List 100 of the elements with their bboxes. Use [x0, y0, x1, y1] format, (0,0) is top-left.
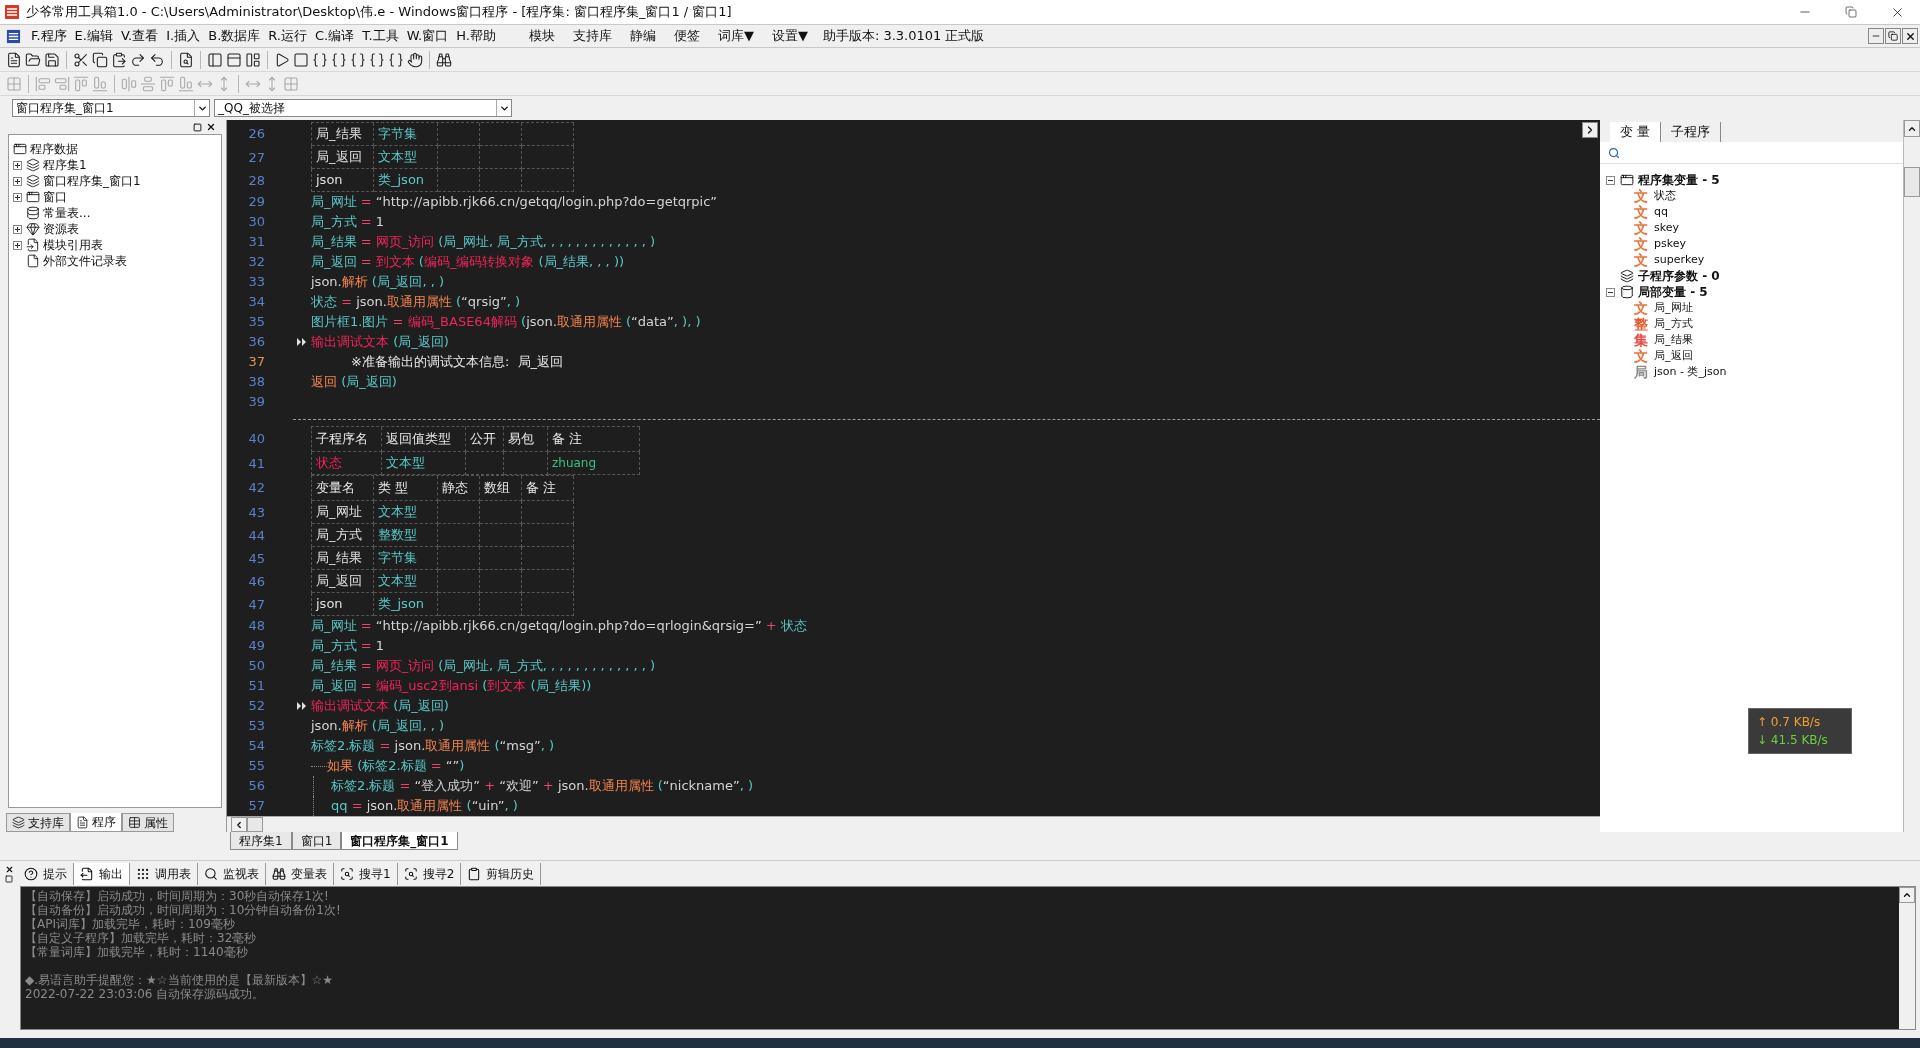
empty-table-cell — [522, 593, 574, 616]
menu-item[interactable]: T.工具 — [358, 26, 403, 46]
menu-item[interactable]: E.编辑 — [70, 26, 117, 46]
braces-icon[interactable] — [331, 51, 347, 68]
expand-panel-button[interactable] — [1582, 122, 1598, 138]
tree-item[interactable]: 程序数据 — [30, 140, 78, 158]
hand-icon[interactable] — [407, 51, 423, 68]
panel-tab[interactable]: 搜寻2 — [397, 862, 462, 885]
panel-tab[interactable]: 剪辑历史 — [461, 862, 542, 885]
tree-item[interactable]: 资源表 — [43, 220, 79, 238]
menu-item[interactable]: 设置▼ — [762, 26, 817, 46]
braces-icon[interactable] — [312, 51, 328, 68]
menu-item[interactable]: 支持库 — [563, 26, 621, 46]
menu-item[interactable]: B.数据库 — [204, 26, 265, 46]
stop-icon[interactable] — [293, 51, 309, 68]
panel-tab[interactable]: 调用表 — [130, 862, 198, 885]
panel-tab[interactable]: 搜寻1 — [334, 862, 398, 885]
collapse-icon[interactable] — [1606, 287, 1615, 297]
scrollbar-thumb[interactable] — [1904, 167, 1920, 197]
tree-item[interactable]: json - 类_json — [1654, 363, 1727, 381]
scroll-left-button[interactable] — [231, 817, 247, 832]
collapse-icon[interactable] — [1606, 175, 1615, 185]
tree-group[interactable]: 局部变量 - 5 — [1638, 283, 1708, 301]
tree-item[interactable]: 局_网址 — [1654, 299, 1693, 317]
play-icon[interactable] — [274, 51, 290, 68]
menu-item[interactable]: R.运行 — [264, 26, 311, 46]
tree-item[interactable]: 状态 — [1654, 187, 1676, 205]
menu-item[interactable]: H.帮助 — [452, 26, 500, 46]
menu-item[interactable]: W.窗口 — [402, 26, 453, 46]
panel-icon[interactable] — [226, 51, 242, 68]
braces-icon[interactable] — [350, 51, 366, 68]
panel-tab[interactable]: 变量表 — [266, 862, 334, 885]
close-icon[interactable] — [206, 122, 216, 132]
panel-tab[interactable]: 支持库 — [6, 813, 70, 832]
tree-item[interactable]: 外部文件记录表 — [43, 252, 127, 270]
undo-icon[interactable] — [149, 51, 165, 68]
panel-tab[interactable]: 变 量 — [1610, 122, 1662, 142]
tree-item[interactable]: 局_结果 — [1654, 331, 1693, 349]
tree-item[interactable]: 模块引用表 — [43, 236, 103, 254]
braces-icon[interactable] — [388, 51, 404, 68]
search-icon[interactable] — [178, 51, 194, 68]
tree-item[interactable]: qq — [1654, 203, 1668, 221]
tree-group[interactable]: 程序集变量 - 5 — [1638, 171, 1720, 189]
empty-table-cell — [522, 524, 574, 547]
dropdown[interactable]: _QQ_被选择 — [214, 99, 512, 117]
column-header: 备 注 — [552, 430, 583, 449]
menu-item[interactable]: 词库▼ — [708, 26, 763, 46]
scroll-up-button[interactable] — [1904, 120, 1920, 137]
clipboard-icon[interactable] — [111, 51, 127, 68]
copy-icon[interactable] — [92, 51, 108, 68]
expand-icon[interactable] — [13, 160, 22, 170]
editor-tab[interactable]: 程序集1 — [230, 832, 292, 850]
code-line: json.解析 (局_返回, , ) — [311, 717, 445, 736]
tree-item[interactable]: superkey — [1654, 251, 1705, 269]
scroll-up-button[interactable] — [1899, 887, 1915, 903]
restore-button[interactable] — [1885, 28, 1901, 44]
panel-tab[interactable]: 属性 — [122, 813, 174, 832]
redo-icon[interactable] — [130, 51, 146, 68]
tree-item[interactable]: 常量表... — [43, 204, 91, 222]
close-button[interactable] — [1902, 28, 1918, 44]
dropdown[interactable]: 窗口程序集_窗口1 — [12, 99, 210, 117]
minimize-button[interactable] — [1868, 28, 1884, 44]
tree-item[interactable]: 窗口程序集_窗口1 — [43, 172, 141, 190]
scrollbar-thumb[interactable] — [247, 817, 263, 832]
save-icon[interactable] — [44, 51, 60, 68]
table-cell-text: 局_返回 — [316, 572, 362, 591]
menu-item[interactable]: C.编译 — [311, 26, 359, 46]
chevron-up-icon — [1902, 890, 1912, 900]
binoculars-icon[interactable] — [436, 51, 452, 68]
tree-item[interactable]: 窗口 — [43, 188, 67, 206]
close-icon[interactable] — [4, 864, 14, 874]
tree-item[interactable]: 程序集1 — [43, 156, 87, 174]
panel-icon[interactable] — [207, 51, 223, 68]
expand-icon[interactable] — [13, 240, 22, 250]
menu-item[interactable]: V.查看 — [116, 26, 163, 46]
menu-item[interactable]: 静编 — [620, 26, 665, 46]
braces-icon[interactable] — [369, 51, 385, 68]
layout-icon[interactable] — [245, 51, 261, 68]
editor-tab[interactable]: 窗口程序集_窗口1 — [341, 832, 458, 850]
expand-icon[interactable] — [13, 224, 22, 234]
tree-item[interactable]: skey — [1654, 219, 1679, 237]
menu-item[interactable]: I.插入 — [162, 26, 205, 46]
maximize-icon[interactable] — [193, 122, 202, 132]
scissors-icon[interactable] — [73, 51, 89, 68]
file-icon[interactable] — [6, 51, 22, 68]
tree-item[interactable]: 局_返回 — [1654, 347, 1693, 365]
tree-group[interactable]: 子程序参数 - 0 — [1638, 267, 1720, 285]
maximize-icon[interactable] — [5, 874, 13, 883]
folder-icon[interactable] — [25, 51, 41, 68]
menu-item[interactable]: 模块 — [519, 26, 564, 46]
expand-icon[interactable] — [13, 176, 22, 186]
menu-item[interactable]: 便签 — [664, 26, 709, 46]
tree-item[interactable]: 局_方式 — [1654, 315, 1693, 333]
panel-tab[interactable]: 输出 — [74, 862, 130, 885]
editor-tab[interactable]: 窗口1 — [291, 832, 342, 850]
panel-tab[interactable]: 程序 — [70, 813, 122, 832]
tree-item[interactable]: pskey — [1654, 235, 1686, 253]
menu-item[interactable]: F.程序 — [27, 26, 71, 46]
expand-icon[interactable] — [13, 192, 22, 202]
panel-tab[interactable]: 监视表 — [198, 862, 266, 885]
